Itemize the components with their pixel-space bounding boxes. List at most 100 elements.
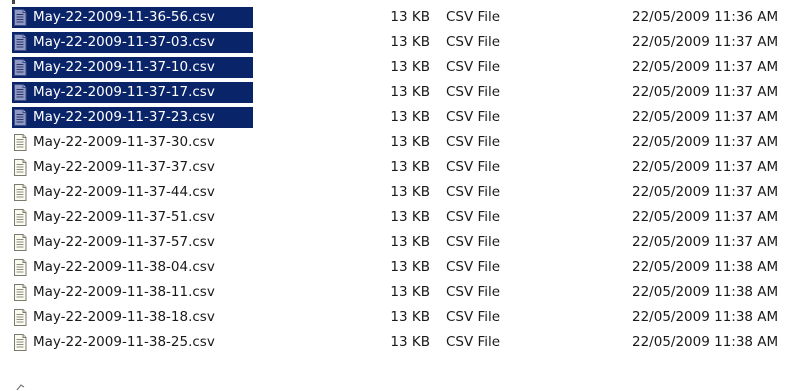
file-name: May-22-2009-11-37-51.csv (33, 209, 215, 225)
csv-text-file-icon (14, 184, 27, 201)
file-date-modified: 22/05/2009 11:37 AM (632, 84, 779, 100)
file-type: CSV File (446, 184, 501, 200)
file-name: May-22-2009-11-37-17.csv (33, 84, 215, 100)
file-type: CSV File (446, 9, 501, 25)
file-date-modified: 22/05/2009 11:37 AM (632, 209, 779, 225)
file-row[interactable]: May-22-2009-11-38-11.csv 13 KB CSV File … (0, 280, 800, 305)
file-type: CSV File (446, 159, 501, 175)
csv-text-file-icon (14, 84, 27, 101)
file-size: 13 KB (390, 159, 430, 175)
file-name-cell[interactable]: May-22-2009-11-36-56.csv (12, 7, 253, 28)
csv-text-file-icon (14, 259, 27, 276)
file-type: CSV File (446, 309, 501, 325)
file-row[interactable]: May-22-2009-11-36-56.csv 13 KB CSV File … (0, 5, 800, 30)
file-row[interactable]: May-22-2009-11-37-03.csv 13 KB CSV File … (0, 30, 800, 55)
csv-text-file-icon (14, 309, 27, 326)
file-size: 13 KB (390, 234, 430, 250)
file-type: CSV File (446, 259, 501, 275)
csv-text-file-icon (14, 234, 27, 251)
file-name: May-22-2009-11-37-23.csv (33, 109, 215, 125)
file-row[interactable]: May-22-2009-11-37-57.csv 13 KB CSV File … (0, 230, 800, 255)
file-name: May-22-2009-11-37-44.csv (33, 184, 215, 200)
file-name: May-22-2009-11-37-10.csv (33, 59, 215, 75)
file-name: May-22-2009-11-38-11.csv (33, 284, 215, 300)
file-name: May-22-2009-11-38-25.csv (33, 334, 215, 350)
file-name-cell[interactable]: May-22-2009-11-38-18.csv (12, 307, 215, 328)
file-type: CSV File (446, 34, 501, 50)
file-name: May-22-2009-11-37-37.csv (33, 159, 215, 175)
file-name-cell[interactable]: May-22-2009-11-38-25.csv (12, 332, 215, 353)
file-list: May-22-2009-11-36-56.csv 13 KB CSV File … (0, 0, 800, 391)
file-name-cell[interactable]: May-22-2009-11-37-44.csv (12, 182, 215, 203)
file-type: CSV File (446, 84, 501, 100)
file-date-modified: 22/05/2009 11:37 AM (632, 34, 779, 50)
file-size: 13 KB (390, 184, 430, 200)
file-date-modified: 22/05/2009 11:37 AM (632, 59, 779, 75)
file-row[interactable]: May-22-2009-11-38-18.csv 13 KB CSV File … (0, 305, 800, 330)
file-date-modified: 22/05/2009 11:38 AM (632, 284, 779, 300)
file-name-cell[interactable]: May-22-2009-11-37-57.csv (12, 232, 215, 253)
csv-text-file-icon (14, 59, 27, 76)
file-size: 13 KB (390, 34, 430, 50)
file-date-modified: 22/05/2009 11:38 AM (632, 259, 779, 275)
csv-text-file-icon (14, 34, 27, 51)
file-name: May-22-2009-11-37-57.csv (33, 234, 215, 250)
file-type: CSV File (446, 134, 501, 150)
csv-text-file-icon (14, 209, 27, 226)
file-name: May-22-2009-11-38-18.csv (33, 309, 215, 325)
file-name-cell[interactable]: May-22-2009-11-37-10.csv (12, 57, 253, 78)
file-name-cell[interactable]: May-22-2009-11-37-51.csv (12, 207, 215, 228)
file-name: May-22-2009-11-37-30.csv (33, 134, 215, 150)
file-type: CSV File (446, 234, 501, 250)
file-size: 13 KB (390, 209, 430, 225)
file-date-modified: 22/05/2009 11:38 AM (632, 334, 779, 350)
file-date-modified: 22/05/2009 11:37 AM (632, 159, 779, 175)
csv-text-file-icon (14, 109, 27, 126)
csv-text-file-icon (14, 9, 27, 26)
file-type: CSV File (446, 209, 501, 225)
file-size: 13 KB (390, 309, 430, 325)
file-name-cell[interactable]: May-22-2009-11-37-23.csv (12, 107, 253, 128)
file-name-cell[interactable]: May-22-2009-11-37-03.csv (12, 32, 253, 53)
csv-text-file-icon (14, 134, 27, 151)
file-size: 13 KB (390, 109, 430, 125)
file-name-cell[interactable]: May-22-2009-11-38-04.csv (12, 257, 215, 278)
file-name-cell[interactable]: May-22-2009-11-37-30.csv (12, 132, 215, 153)
file-date-modified: 22/05/2009 11:37 AM (632, 234, 779, 250)
file-size: 13 KB (390, 9, 430, 25)
file-row[interactable]: May-22-2009-11-37-44.csv 13 KB CSV File … (0, 180, 800, 205)
file-date-modified: 22/05/2009 11:36 AM (632, 9, 779, 25)
file-date-modified: 22/05/2009 11:37 AM (632, 184, 779, 200)
file-size: 13 KB (390, 334, 430, 350)
file-date-modified: 22/05/2009 11:37 AM (632, 109, 779, 125)
file-row[interactable]: May-22-2009-11-37-10.csv 13 KB CSV File … (0, 55, 800, 80)
file-row[interactable]: May-22-2009-11-37-30.csv 13 KB CSV File … (0, 130, 800, 155)
csv-text-file-icon (14, 159, 27, 176)
file-size: 13 KB (390, 84, 430, 100)
file-date-modified: 22/05/2009 11:37 AM (632, 134, 779, 150)
file-row[interactable]: May-22-2009-11-38-04.csv 13 KB CSV File … (0, 255, 800, 280)
file-row[interactable]: May-22-2009-11-38-25.csv 13 KB CSV File … (0, 330, 800, 355)
csv-text-file-icon (14, 284, 27, 301)
file-row[interactable]: May-22-2009-11-37-51.csv 13 KB CSV File … (0, 205, 800, 230)
file-type: CSV File (446, 284, 501, 300)
file-type: CSV File (446, 109, 501, 125)
csv-text-file-icon (14, 334, 27, 351)
file-size: 13 KB (390, 284, 430, 300)
file-row[interactable]: May-22-2009-11-37-23.csv 13 KB CSV File … (0, 105, 800, 130)
file-name-cell[interactable]: May-22-2009-11-37-37.csv (12, 157, 215, 178)
file-name-cell[interactable]: May-22-2009-11-38-11.csv (12, 282, 215, 303)
file-size: 13 KB (390, 134, 430, 150)
file-name-cell[interactable]: May-22-2009-11-37-17.csv (12, 82, 253, 103)
partial-file-icon (16, 384, 25, 391)
column-header-remnant (12, 0, 15, 4)
file-type: CSV File (446, 334, 501, 350)
file-name: May-22-2009-11-36-56.csv (33, 9, 215, 25)
file-size: 13 KB (390, 59, 430, 75)
file-name: May-22-2009-11-38-04.csv (33, 259, 215, 275)
file-name: May-22-2009-11-37-03.csv (33, 34, 215, 50)
file-size: 13 KB (390, 259, 430, 275)
file-row[interactable]: May-22-2009-11-37-17.csv 13 KB CSV File … (0, 80, 800, 105)
file-row[interactable]: May-22-2009-11-37-37.csv 13 KB CSV File … (0, 155, 800, 180)
file-date-modified: 22/05/2009 11:38 AM (632, 309, 779, 325)
